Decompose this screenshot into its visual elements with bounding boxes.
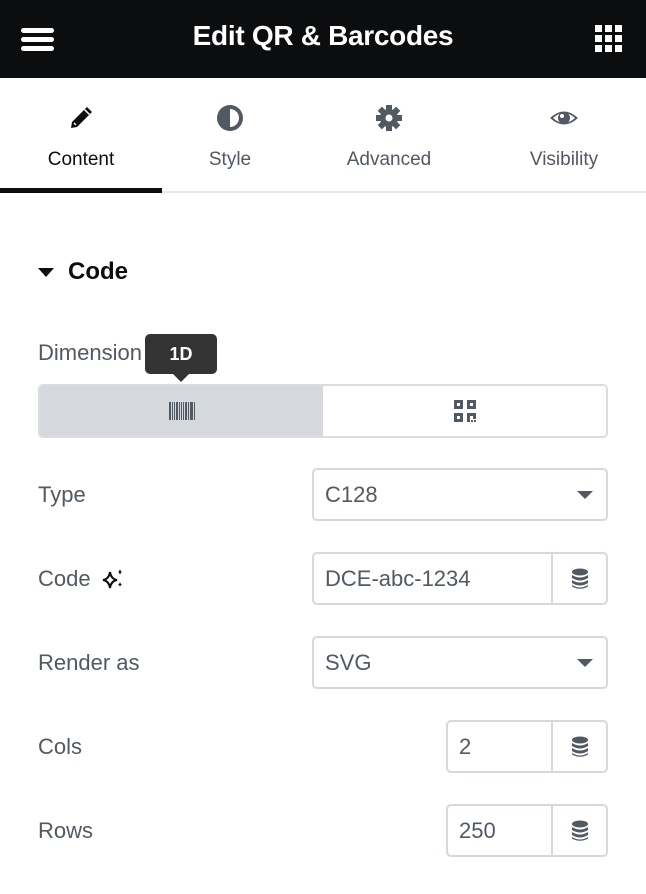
dimension-choose-control [38,384,608,438]
database-icon [571,736,588,757]
grid-icon-dot [605,25,612,32]
code-input-value[interactable]: DCE-abc-1234 [325,566,471,592]
dynamic-tags-button[interactable] [551,554,606,603]
type-select-value: C128 [325,482,378,507]
qr-code-icon [453,400,476,422]
caret-down-icon [38,267,54,277]
type-select[interactable]: C128 [312,468,608,521]
dynamic-tags-button[interactable] [551,722,606,771]
database-icon [571,568,588,589]
code-label-row: Code [38,566,125,592]
panel-header: Edit QR & Barcodes [0,0,646,78]
render-as-select-value: SVG [325,650,372,675]
database-icon [571,820,588,841]
half-circle-icon [217,105,243,131]
grid-icon-dot [615,35,622,42]
render-as-select[interactable]: SVG [312,636,608,689]
panel-tabs: Content Style Advanced Visibility [0,78,646,193]
grid-icon-dot [615,25,622,32]
dimension-tooltip: 1D [145,334,217,382]
gear-icon [376,105,402,131]
section-title: Code [68,258,128,285]
tab-label: Advanced [346,149,432,170]
dimension-option-1d[interactable] [40,386,323,436]
rows-input-value[interactable]: 250 [459,818,496,844]
grid-icon-dot [595,35,602,42]
pencil-icon [71,107,92,128]
cols-input[interactable]: 2 [446,720,608,773]
sparkle-icon[interactable] [101,567,125,591]
dynamic-tags-button[interactable] [551,806,606,855]
tab-content[interactable]: Content [0,78,162,193]
type-label: Type [38,482,86,507]
cols-input-value[interactable]: 2 [459,734,471,760]
tab-style[interactable]: Style [162,78,298,191]
tab-label: Content [47,149,115,170]
cols-label: Cols [38,734,83,759]
barcode-icon [168,402,195,420]
eye-icon [550,111,578,125]
rows-input[interactable]: 250 [446,804,608,857]
tab-label: Style [208,149,252,170]
dimension-option-2d[interactable] [323,386,606,436]
rows-label: Rows [38,818,94,843]
grid-icon-dot [605,45,612,52]
grid-icon-dot [615,45,622,52]
code-input[interactable]: DCE-abc-1234 [312,552,608,605]
tab-visibility[interactable]: Visibility [500,78,628,191]
section-code-toggle[interactable]: Code [38,258,128,286]
grid-icon-dot [605,35,612,42]
tab-advanced[interactable]: Advanced [320,78,458,191]
code-label: Code [38,566,91,591]
tab-label: Visibility [529,149,599,170]
chevron-down-icon [577,491,593,499]
render-as-label: Render as [38,650,140,675]
grid-icon [595,25,602,32]
widgets-grid-button[interactable] [595,25,622,52]
grid-icon-dot [595,45,602,52]
chevron-down-icon [577,659,593,667]
dimension-label: Dimension [38,340,142,365]
panel-title: Edit QR & Barcodes [192,20,454,51]
